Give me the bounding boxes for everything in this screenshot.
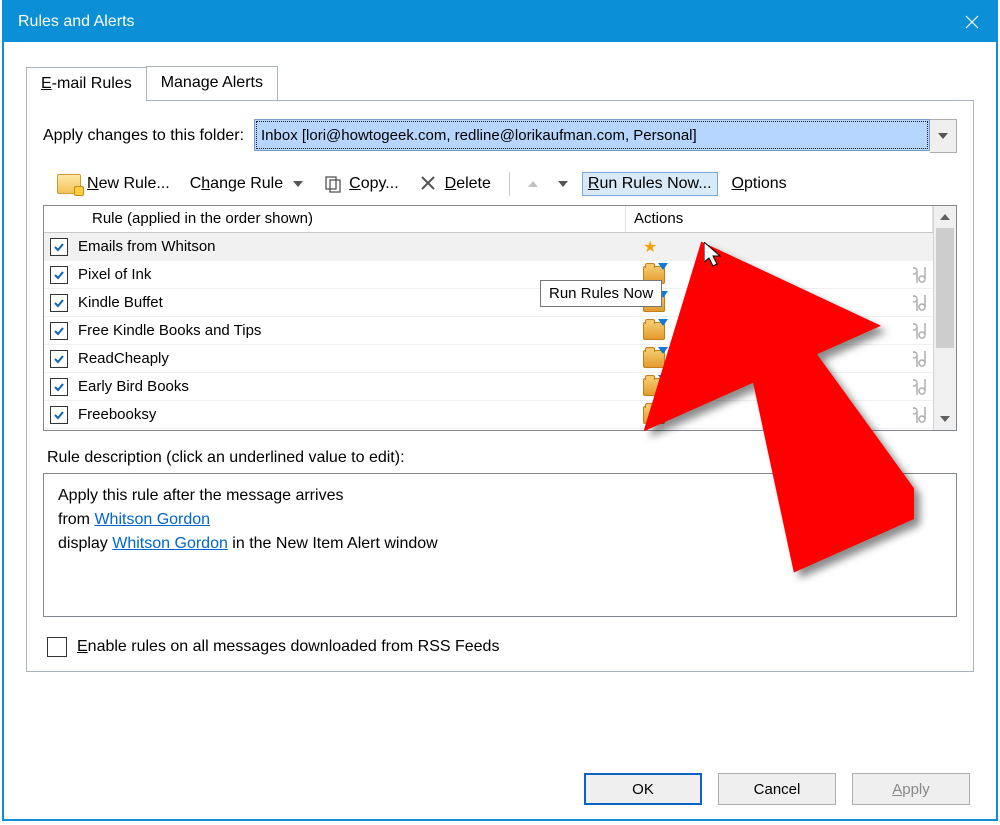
tools-icon [913,377,933,397]
rule-checkbox[interactable] [50,294,68,312]
tooltip-run-rules-now: Run Rules Now [540,280,662,307]
rss-label: Enable rules on all messages downloaded … [77,638,499,656]
arrow-down-icon [558,181,568,187]
move-up-button[interactable] [522,178,544,190]
copy-button[interactable]: Copy... [317,171,405,197]
run-rules-now-button[interactable]: Run Rules Now... [582,172,718,196]
delete-icon [419,174,439,194]
rss-row: Enable rules on all messages downloaded … [47,637,957,657]
dialog-buttons: OK Cancel Apply [584,773,970,805]
rule-checkbox[interactable] [50,322,68,340]
red-arrow-annotation [644,224,914,584]
rule-checkbox[interactable] [50,378,68,396]
rule-checkbox[interactable] [50,406,68,424]
folder-combo[interactable] [254,119,957,153]
delete-button[interactable]: Delete [413,171,497,197]
rule-name: Free Kindle Books and Tips [74,322,643,339]
cursor-icon [704,242,726,268]
apply-button[interactable]: Apply [852,773,970,805]
folder-input[interactable] [254,119,930,151]
tools-icon [913,405,933,425]
copy-icon [323,174,343,194]
header-rule[interactable]: Rule (applied in the order shown) [84,206,626,232]
folder-row: Apply changes to this folder: [43,119,957,153]
tab-manage-alerts[interactable]: Manage Alerts [146,66,278,100]
scroll-down-button[interactable] [934,408,956,430]
tools-icon [913,321,933,341]
rule-checkbox[interactable] [50,266,68,284]
delete-label: Delete [445,175,491,193]
rss-checkbox[interactable] [47,637,67,657]
options-button[interactable]: Options [726,172,793,196]
rule-name: Freebooksy [74,406,643,423]
rule-name: ReadCheaply [74,350,643,367]
rules-alerts-window: Rules and Alerts E-mail Rules document.c… [2,0,998,821]
new-rule-icon [57,174,81,194]
copy-label: Copy... [349,175,399,193]
rule-checkbox[interactable] [50,350,68,368]
run-rules-now-label: Run Rules Now... [588,175,712,193]
chevron-down-icon [293,181,303,187]
cancel-button[interactable]: Cancel [718,773,836,805]
toolbar-separator [509,172,510,196]
titlebar: Rules and Alerts [4,2,996,42]
rule-name: Early Bird Books [74,378,643,395]
desc-link-from[interactable]: Whitson Gordon [94,511,210,528]
tools-icon [913,265,933,285]
tab-label: E-mail Rules [41,75,132,92]
rule-checkbox[interactable] [50,238,68,256]
header-checkbox-col [44,206,84,232]
desc-link-display[interactable]: Whitson Gordon [112,535,228,552]
change-rule-button[interactable]: Change Rule [184,172,309,196]
scroll-thumb[interactable] [936,228,954,348]
move-down-button[interactable] [552,178,574,190]
options-label: Options [732,175,787,193]
change-rule-label: Change Rule [190,175,283,193]
scroll-track[interactable] [934,228,956,408]
dialog-body: E-mail Rules document.currentScript.prev… [4,42,996,682]
toolbar: New Rule... Change Rule Copy... Del [43,167,957,205]
folder-dropdown-button[interactable] [930,119,957,153]
tools-icon [913,293,933,313]
rule-name: Emails from Whitson [74,238,643,255]
tools-icon [913,349,933,369]
folder-label: Apply changes to this folder: [43,127,244,145]
ok-button[interactable]: OK [584,773,702,805]
new-rule-button[interactable]: New Rule... [51,171,176,197]
arrow-up-icon [528,181,538,187]
scrollbar[interactable] [933,206,956,430]
new-rule-label: New Rule... [87,175,170,193]
scroll-up-button[interactable] [934,206,956,228]
window-title: Rules and Alerts [18,13,135,31]
tabstrip: E-mail Rules document.currentScript.prev… [26,64,974,101]
close-button[interactable] [948,2,996,42]
tab-email-rules[interactable]: E-mail Rules document.currentScript.prev… [26,67,147,101]
